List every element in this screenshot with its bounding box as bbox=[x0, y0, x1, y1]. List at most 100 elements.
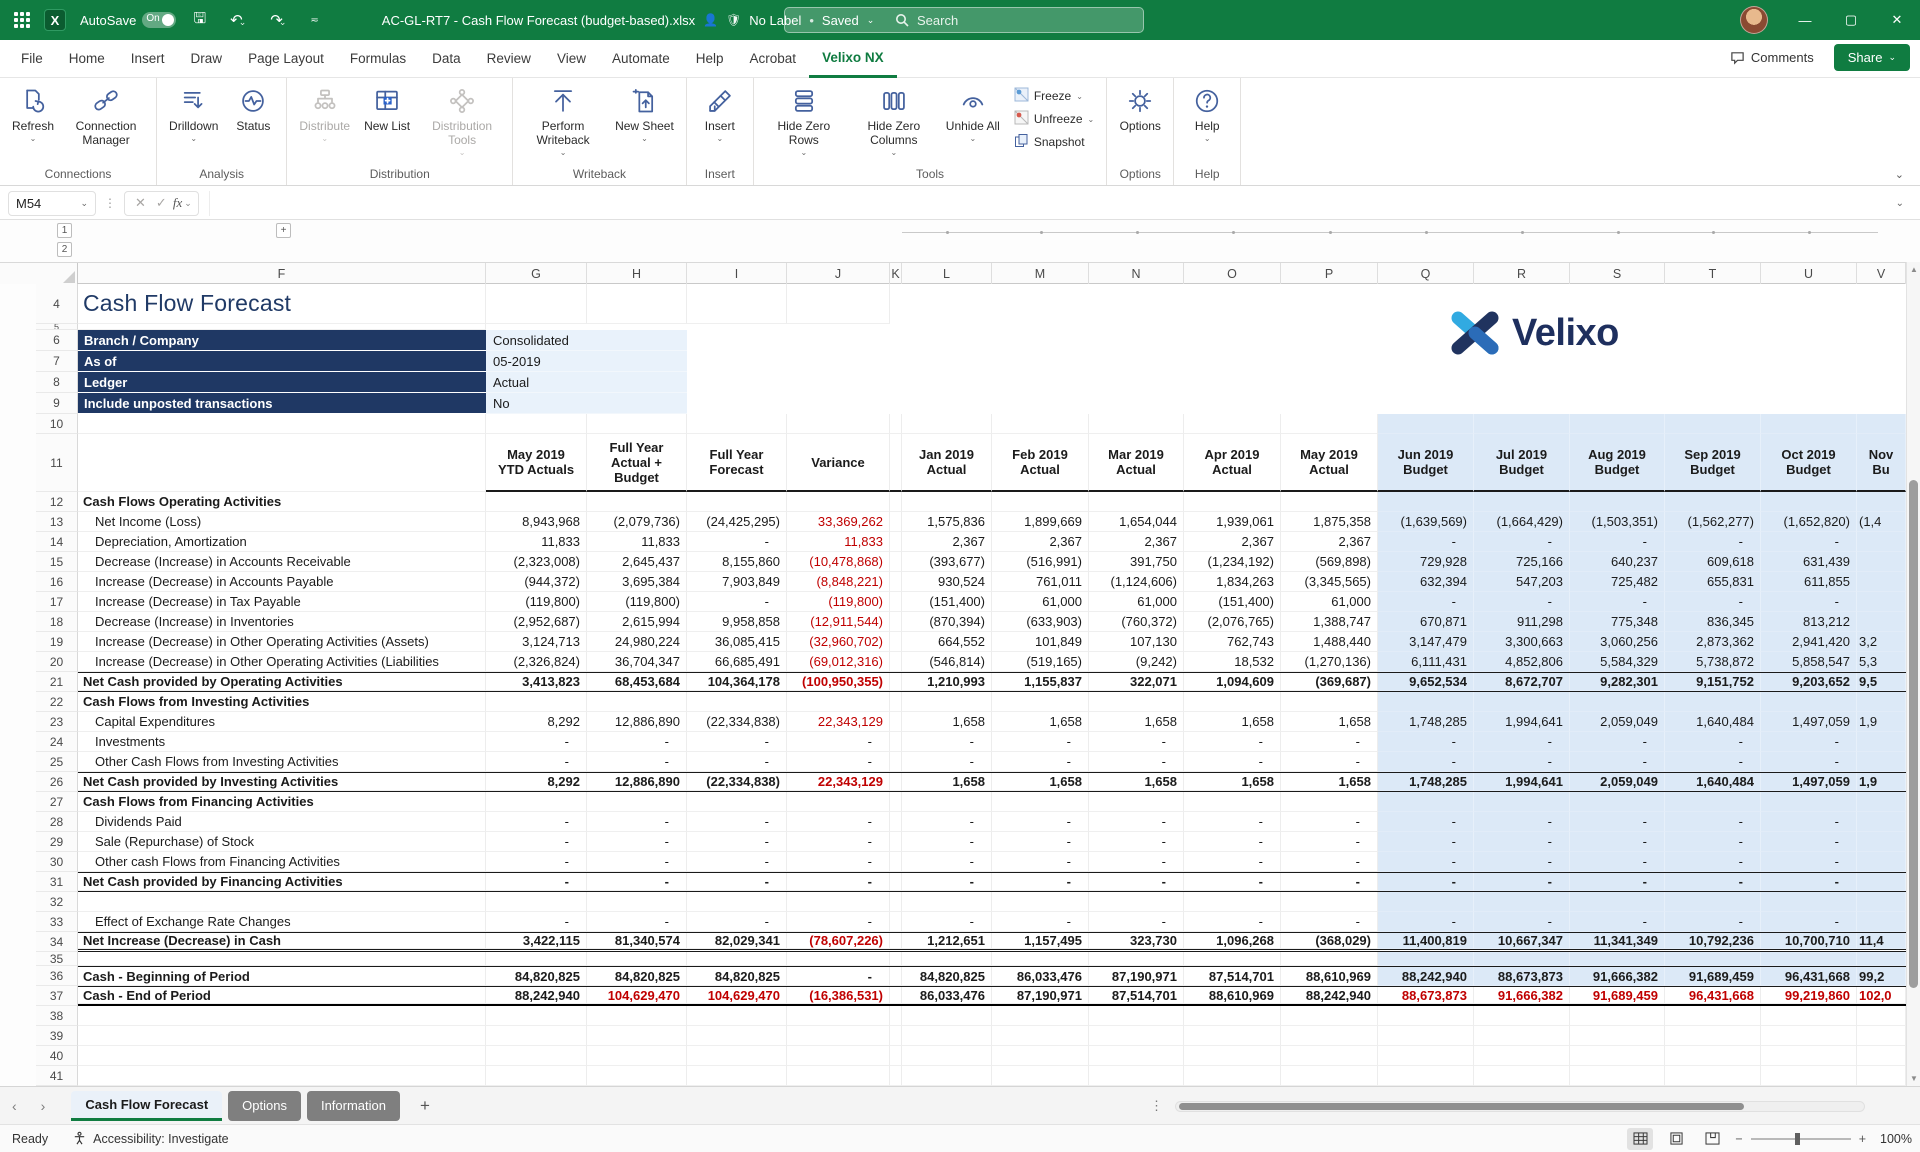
cell-J38[interactable] bbox=[787, 1006, 890, 1026]
cell-P32[interactable] bbox=[1281, 892, 1378, 912]
cell-S23[interactable]: 2,059,049 bbox=[1570, 712, 1665, 732]
cell-K26[interactable] bbox=[890, 773, 902, 791]
cell-U27[interactable] bbox=[1761, 792, 1857, 812]
cell-S36[interactable]: 91,666,382 bbox=[1570, 967, 1665, 986]
cell-V38[interactable] bbox=[1857, 1006, 1906, 1026]
cell-I40[interactable] bbox=[687, 1046, 787, 1066]
cell-J26[interactable]: 22,343,129 bbox=[787, 773, 890, 791]
cell-K30[interactable] bbox=[890, 852, 902, 872]
cell-Q25[interactable]: - bbox=[1378, 752, 1474, 772]
cell-V18[interactable] bbox=[1857, 612, 1906, 632]
cell-O11[interactable]: Apr 2019Actual bbox=[1184, 434, 1281, 492]
col-header-O[interactable]: O bbox=[1184, 263, 1281, 285]
cell-S17[interactable]: - bbox=[1570, 592, 1665, 612]
cell-O16[interactable]: 1,834,263 bbox=[1184, 572, 1281, 592]
cell-G28[interactable]: - bbox=[486, 812, 587, 832]
cell-F27[interactable]: Cash Flows from Financing Activities bbox=[78, 792, 486, 812]
cell-H15[interactable]: 2,645,437 bbox=[587, 552, 687, 572]
cell-M17[interactable]: 61,000 bbox=[992, 592, 1089, 612]
cell-L13[interactable]: 1,575,836 bbox=[902, 512, 992, 532]
cell-I17[interactable]: - bbox=[687, 592, 787, 612]
cell-T17[interactable]: - bbox=[1665, 592, 1761, 612]
cell-V35[interactable] bbox=[1857, 952, 1906, 966]
cell-K32[interactable] bbox=[890, 892, 902, 912]
new-sheet-button[interactable]: New Sheet⌄ bbox=[609, 82, 680, 145]
new-list-button[interactable]: New List bbox=[358, 82, 416, 135]
cell-I35[interactable] bbox=[687, 952, 787, 966]
cell-Q20[interactable]: 6,111,431 bbox=[1378, 652, 1474, 672]
cell-G23[interactable]: 8,292 bbox=[486, 712, 587, 732]
row-header-25[interactable]: 25 bbox=[36, 752, 78, 772]
cell-T30[interactable]: - bbox=[1665, 852, 1761, 872]
cell-J32[interactable] bbox=[787, 892, 890, 912]
cell-N33[interactable]: - bbox=[1089, 912, 1184, 932]
cell-L26[interactable]: 1,658 bbox=[902, 773, 992, 791]
cell-G25[interactable]: - bbox=[486, 752, 587, 772]
cell-I25[interactable]: - bbox=[687, 752, 787, 772]
cell-G26[interactable]: 8,292 bbox=[486, 773, 587, 791]
cell-M10[interactable] bbox=[992, 414, 1089, 434]
cell-H32[interactable] bbox=[587, 892, 687, 912]
sheet-tab-options[interactable]: Options bbox=[228, 1091, 301, 1121]
cell-O13[interactable]: 1,939,061 bbox=[1184, 512, 1281, 532]
cell-S20[interactable]: 5,584,329 bbox=[1570, 652, 1665, 672]
cell-V34[interactable]: 11,4 bbox=[1857, 933, 1906, 949]
cell-Q24[interactable]: - bbox=[1378, 732, 1474, 752]
row-header-13[interactable]: 13 bbox=[36, 512, 78, 532]
select-all-corner[interactable] bbox=[0, 263, 78, 285]
cell-U12[interactable] bbox=[1761, 492, 1857, 512]
cell-P28[interactable]: - bbox=[1281, 812, 1378, 832]
ribbon-tab-page-layout[interactable]: Page Layout bbox=[235, 40, 337, 78]
cell-O30[interactable]: - bbox=[1184, 852, 1281, 872]
cell-U33[interactable]: - bbox=[1761, 912, 1857, 932]
minimize-button[interactable]: — bbox=[1782, 0, 1828, 40]
cell-K19[interactable] bbox=[890, 632, 902, 652]
cell-F21[interactable]: Net Cash provided by Operating Activitie… bbox=[78, 673, 486, 691]
col-header-H[interactable]: H bbox=[587, 263, 687, 285]
cell-P21[interactable]: (369,687) bbox=[1281, 673, 1378, 691]
cell-S29[interactable]: - bbox=[1570, 832, 1665, 852]
cell-H17[interactable]: (119,800) bbox=[587, 592, 687, 612]
cell-N38[interactable] bbox=[1089, 1006, 1184, 1026]
cell-I36[interactable]: 84,820,825 bbox=[687, 967, 787, 986]
cell-N40[interactable] bbox=[1089, 1046, 1184, 1066]
cell-H24[interactable]: - bbox=[587, 732, 687, 752]
cell-V37[interactable]: 102,0 bbox=[1857, 987, 1906, 1004]
cell-M22[interactable] bbox=[992, 692, 1089, 712]
cell-R21[interactable]: 8,672,707 bbox=[1474, 673, 1570, 691]
cell-T27[interactable] bbox=[1665, 792, 1761, 812]
cell-L21[interactable]: 1,210,993 bbox=[902, 673, 992, 691]
row-header-19[interactable]: 19 bbox=[36, 632, 78, 652]
cell-R10[interactable] bbox=[1474, 414, 1570, 434]
cell-S22[interactable] bbox=[1570, 692, 1665, 712]
cell-L28[interactable]: - bbox=[902, 812, 992, 832]
cell-F41[interactable] bbox=[78, 1066, 486, 1086]
ribbon-tab-insert[interactable]: Insert bbox=[118, 40, 178, 78]
cell-T26[interactable]: 1,640,484 bbox=[1665, 773, 1761, 791]
redo-button[interactable]: ↷⌄ bbox=[263, 0, 293, 40]
cell-L39[interactable] bbox=[902, 1026, 992, 1046]
cell-L24[interactable]: - bbox=[902, 732, 992, 752]
cell-U36[interactable]: 96,431,668 bbox=[1761, 967, 1857, 986]
cell-P10[interactable] bbox=[1281, 414, 1378, 434]
cell-L29[interactable]: - bbox=[902, 832, 992, 852]
vertical-scrollbar[interactable]: ▲ ▼ bbox=[1906, 262, 1920, 1086]
row-header-16[interactable]: 16 bbox=[36, 572, 78, 592]
cell-F8[interactable]: Ledger bbox=[78, 372, 486, 393]
col-header-K[interactable]: K bbox=[890, 263, 902, 285]
drilldown-button[interactable]: Drilldown⌄ bbox=[163, 82, 224, 145]
row-header-27[interactable]: 27 bbox=[36, 792, 78, 812]
col-header-S[interactable]: S bbox=[1570, 263, 1665, 285]
cell-K25[interactable] bbox=[890, 752, 902, 772]
cell-V29[interactable] bbox=[1857, 832, 1906, 852]
cell-S41[interactable] bbox=[1570, 1066, 1665, 1086]
cell-M26[interactable]: 1,658 bbox=[992, 773, 1089, 791]
cell-I33[interactable]: - bbox=[687, 912, 787, 932]
cell-V14[interactable] bbox=[1857, 532, 1906, 552]
cell-T37[interactable]: 96,431,668 bbox=[1665, 987, 1761, 1004]
cell-U18[interactable]: 813,212 bbox=[1761, 612, 1857, 632]
cell-V25[interactable] bbox=[1857, 752, 1906, 772]
cell-L34[interactable]: 1,212,651 bbox=[902, 933, 992, 949]
col-header-M[interactable]: M bbox=[992, 263, 1089, 285]
cell-G15[interactable]: (2,323,008) bbox=[486, 552, 587, 572]
